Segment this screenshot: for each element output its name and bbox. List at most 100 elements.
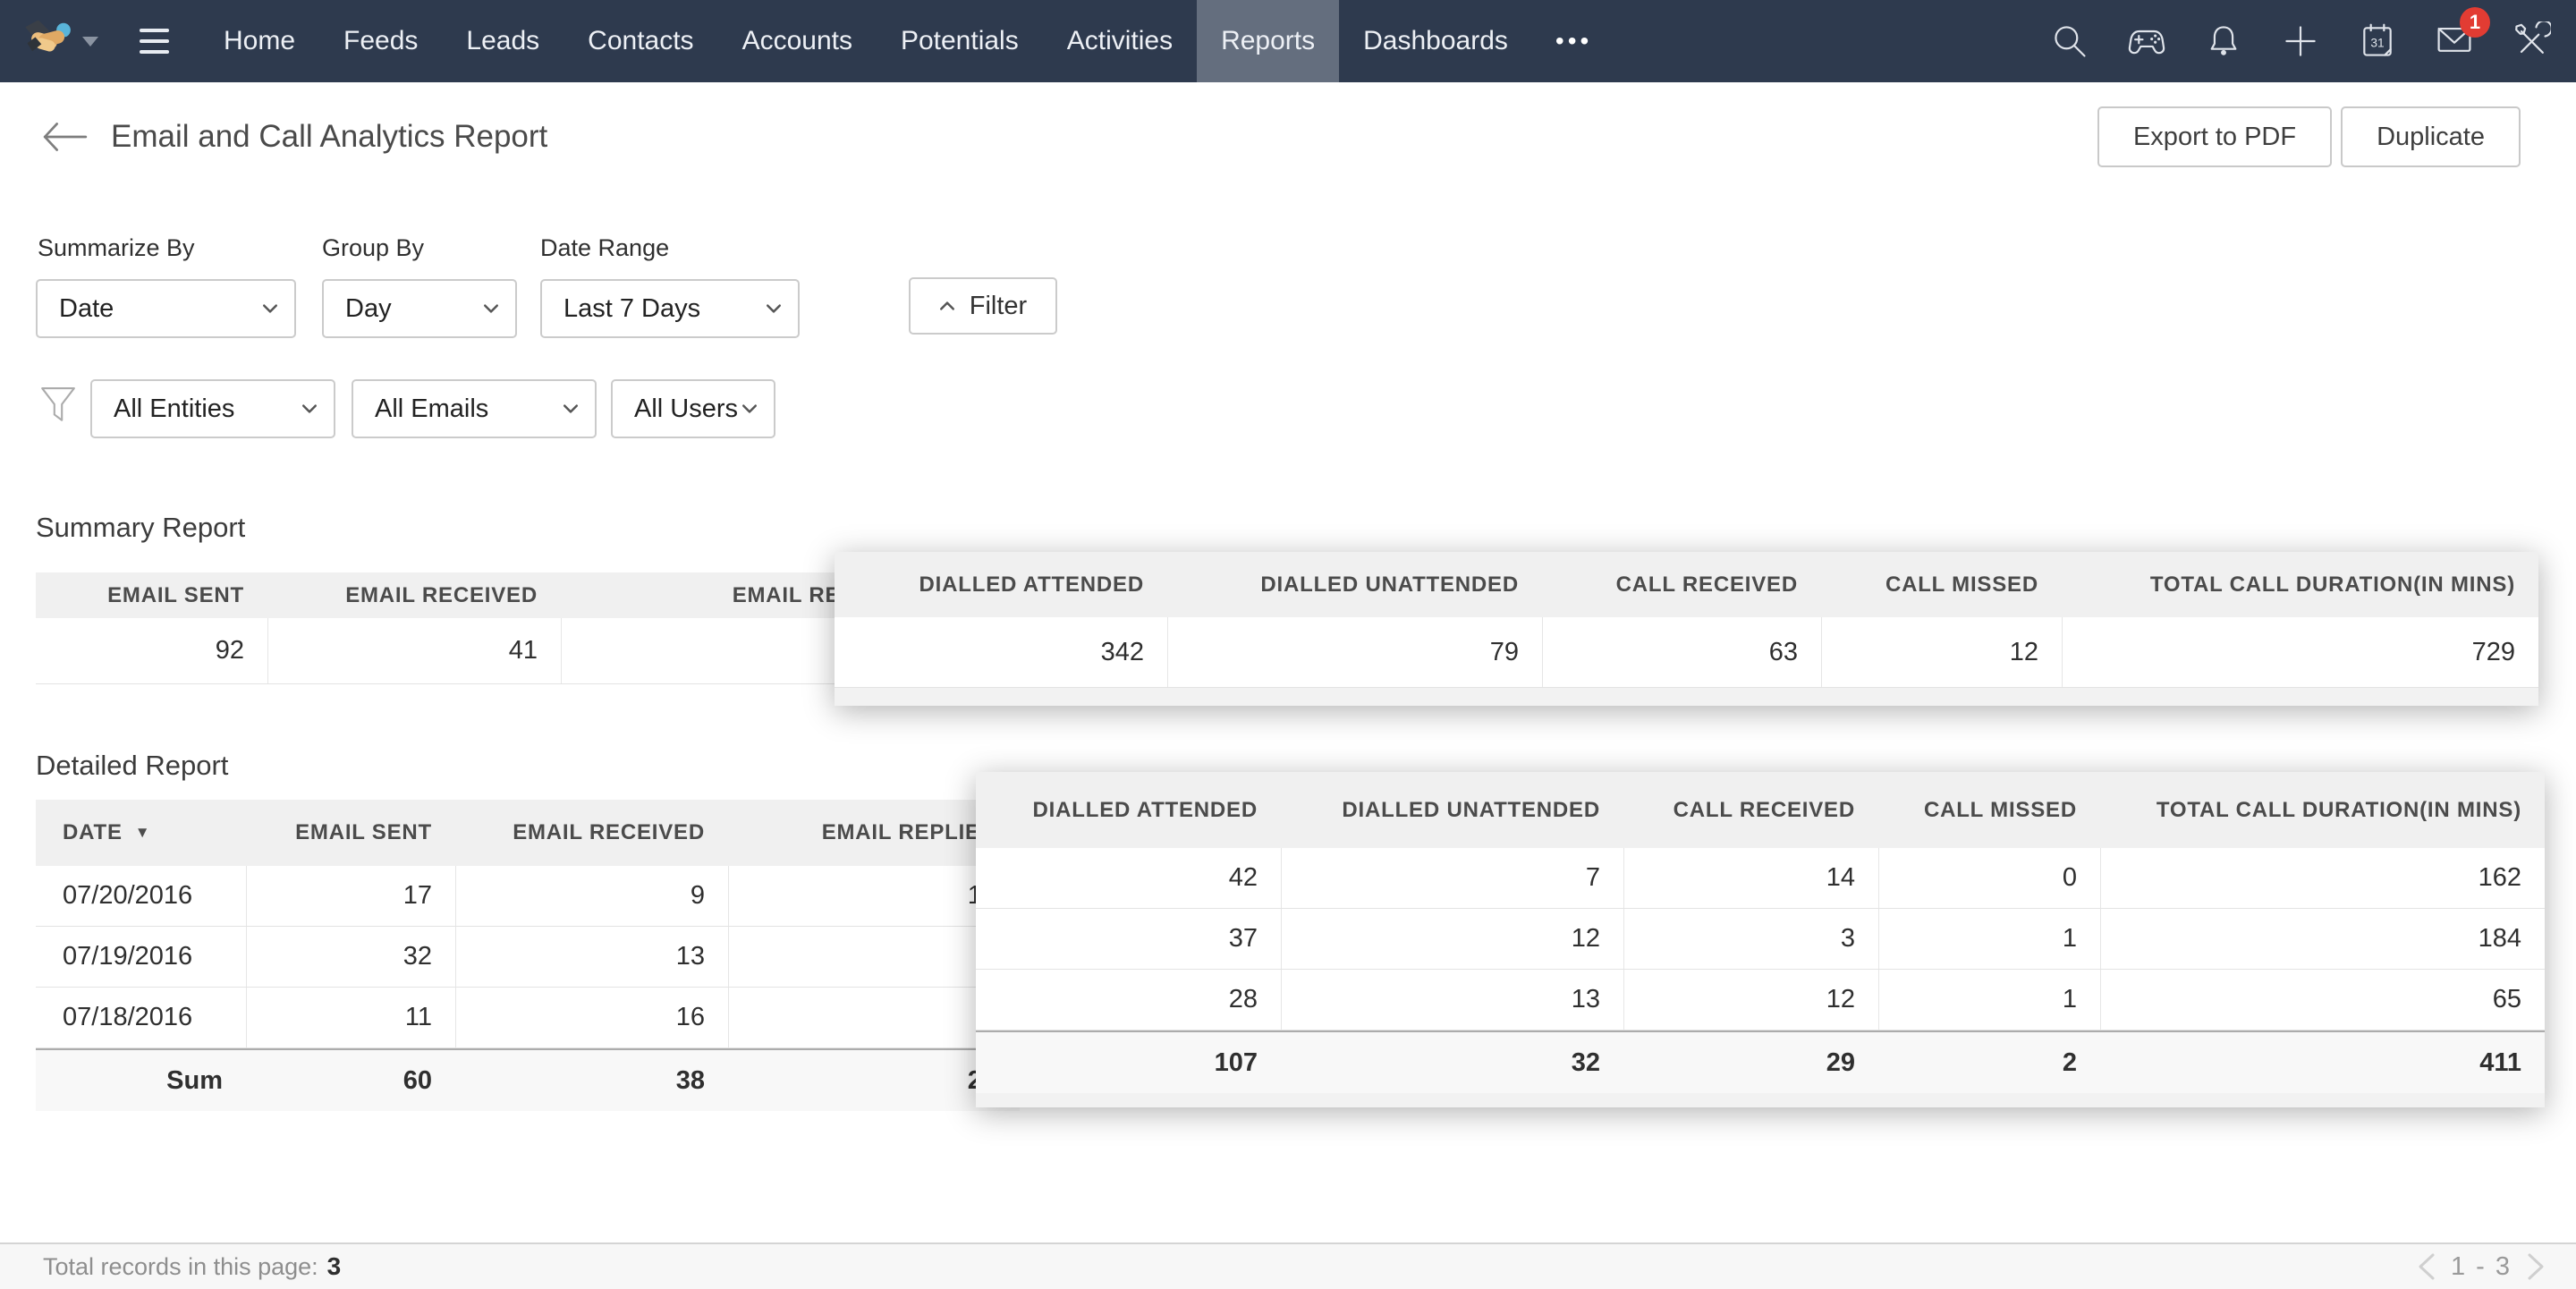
cell-dialled-attended: 37 (976, 909, 1281, 969)
cell-dialled-unattended: 13 (1281, 970, 1623, 1030)
nav-more-icon[interactable]: ••• (1532, 0, 1615, 82)
summarize-by-label: Summarize By (38, 234, 195, 262)
page-next-icon[interactable] (2526, 1252, 2546, 1281)
chevron-down-icon (301, 403, 318, 414)
cell-call-received: 14 (1623, 848, 1878, 908)
gamepad-icon[interactable] (2127, 21, 2166, 61)
cell-dialled-attended: 42 (976, 848, 1281, 908)
cell-date: 07/18/2016 (36, 988, 246, 1047)
user-filter-select[interactable]: All Users (611, 379, 775, 438)
sum-total-call-duration: 411 (2100, 1032, 2545, 1093)
footer-bar: Total records in this page: 3 1 - 3 (0, 1242, 2576, 1289)
cell-call-missed: 0 (1878, 848, 2100, 908)
col-call-received: CALL RECEIVED (1542, 572, 1821, 598)
cell-total-call-duration: 162 (2100, 848, 2545, 908)
cell-dialled-attended: 28 (976, 970, 1281, 1030)
table-row: 07/18/2016 11 16 9 (36, 988, 1020, 1048)
cell-email-sent: 11 (246, 988, 455, 1047)
funnel-filter-icon (39, 381, 77, 431)
summary-email-table: EMAIL SENT EMAIL RECEIVED EMAIL REPLIED … (36, 572, 930, 684)
sum-call-received: 29 (1623, 1032, 1878, 1093)
page-title: Email and Call Analytics Report (111, 119, 547, 155)
handshake-icon (23, 17, 72, 65)
cell-email-received: 13 (455, 927, 728, 987)
summary-email-sent: 92 (36, 618, 267, 683)
cell-call-missed: 1 (1878, 970, 2100, 1030)
add-plus-icon[interactable] (2281, 21, 2320, 61)
filter-button-label: Filter (970, 292, 1027, 321)
summary-call-missed: 12 (1821, 617, 2062, 687)
nav-item-dashboards[interactable]: Dashboards (1339, 0, 1532, 82)
chevron-down-icon (741, 403, 758, 414)
nav-item-home[interactable]: Home (199, 0, 319, 82)
duplicate-button[interactable]: Duplicate (2341, 106, 2521, 167)
filter-toggle-button[interactable]: Filter (909, 277, 1057, 335)
nav-item-accounts[interactable]: Accounts (718, 0, 877, 82)
back-arrow-icon[interactable] (41, 120, 89, 154)
detailed-call-header-row: DIALLED ATTENDED DIALLED UNATTENDED CALL… (976, 772, 2545, 848)
pagination: 1 - 3 (2417, 1252, 2546, 1282)
setup-tools-icon[interactable] (2512, 21, 2551, 61)
panel-bottom-strip (976, 1093, 2545, 1107)
summary-report-title: Summary Report (36, 512, 245, 544)
date-range-select[interactable]: Last 7 Days (540, 279, 800, 338)
export-pdf-button[interactable]: Export to PDF (2097, 106, 2332, 167)
summarize-by-value: Date (59, 294, 114, 324)
detailed-report-title: Detailed Report (36, 750, 228, 782)
header-buttons: Export to PDF Duplicate (2097, 106, 2521, 167)
sort-desc-icon: ▼ (135, 824, 151, 842)
cell-dialled-unattended: 12 (1281, 909, 1623, 969)
calendar-icon[interactable]: 31 (2358, 21, 2397, 61)
page-header: Email and Call Analytics Report Export t… (0, 82, 2576, 191)
sum-email-received: 38 (455, 1050, 728, 1111)
cell-call-received: 12 (1623, 970, 1878, 1030)
hamburger-menu-icon[interactable] (140, 29, 169, 54)
entity-filter-select[interactable]: All Entities (90, 379, 335, 438)
summary-call-received: 63 (1542, 617, 1821, 687)
cell-email-sent: 17 (246, 866, 455, 926)
nav-item-feeds[interactable]: Feeds (319, 0, 442, 82)
sum-label: Sum (36, 1050, 246, 1111)
cell-call-received: 3 (1623, 909, 1878, 969)
cell-dialled-unattended: 7 (1281, 848, 1623, 908)
sum-row: Sum 60 38 29 (36, 1048, 1020, 1111)
email-filter-select[interactable]: All Emails (352, 379, 597, 438)
nav-icons: 31 1 (2050, 20, 2551, 64)
chevron-down-icon (563, 403, 579, 414)
nav-item-potentials[interactable]: Potentials (877, 0, 1043, 82)
cell-email-received: 9 (455, 866, 728, 926)
date-range-value: Last 7 Days (564, 294, 700, 324)
notifications-bell-icon[interactable] (2204, 21, 2243, 61)
detailed-email-table: DATE ▼ EMAIL SENT EMAIL RECEIVED EMAIL R… (36, 800, 1020, 1111)
nav-item-activities[interactable]: Activities (1043, 0, 1197, 82)
col-date-sortable[interactable]: DATE ▼ (36, 820, 246, 845)
cell-call-missed: 1 (1878, 909, 2100, 969)
cell-total-call-duration: 65 (2100, 970, 2545, 1030)
col-dialled-unattended: DIALLED UNATTENDED (1167, 572, 1542, 598)
summary-call-panel: DIALLED ATTENDED DIALLED UNATTENDED CALL… (835, 552, 2538, 706)
nav-item-leads[interactable]: Leads (442, 0, 564, 82)
group-by-select[interactable]: Day (322, 279, 517, 338)
summarize-by-select[interactable]: Date (36, 279, 296, 338)
nav-item-reports[interactable]: Reports (1197, 0, 1339, 82)
page-prev-icon[interactable] (2417, 1252, 2436, 1281)
col-call-missed: CALL MISSED (1821, 572, 2062, 598)
col-dialled-attended: DIALLED ATTENDED (835, 572, 1167, 598)
app-logo[interactable] (23, 17, 98, 65)
page-range-label: 1 - 3 (2451, 1252, 2512, 1282)
sum-call-missed: 2 (1878, 1032, 2100, 1093)
col-email-received: EMAIL RECEIVED (267, 583, 561, 608)
chevron-down-icon (766, 303, 782, 314)
sum-row: 107 32 29 2 411 (976, 1030, 2545, 1093)
cell-email-sent: 32 (246, 927, 455, 987)
chevron-down-icon (483, 303, 499, 314)
nav-item-contacts[interactable]: Contacts (564, 0, 717, 82)
col-email-sent: EMAIL SENT (36, 583, 267, 608)
summary-email-header-row: EMAIL SENT EMAIL RECEIVED EMAIL REPLIED (36, 572, 930, 618)
search-icon[interactable] (2050, 21, 2089, 61)
summary-email-row: 92 41 74 (36, 618, 930, 684)
cell-total-call-duration: 184 (2100, 909, 2545, 969)
total-records-label: Total records in this page: (43, 1253, 318, 1281)
col-email-received: EMAIL RECEIVED (455, 820, 728, 845)
entity-filter-value: All Entities (114, 394, 234, 424)
